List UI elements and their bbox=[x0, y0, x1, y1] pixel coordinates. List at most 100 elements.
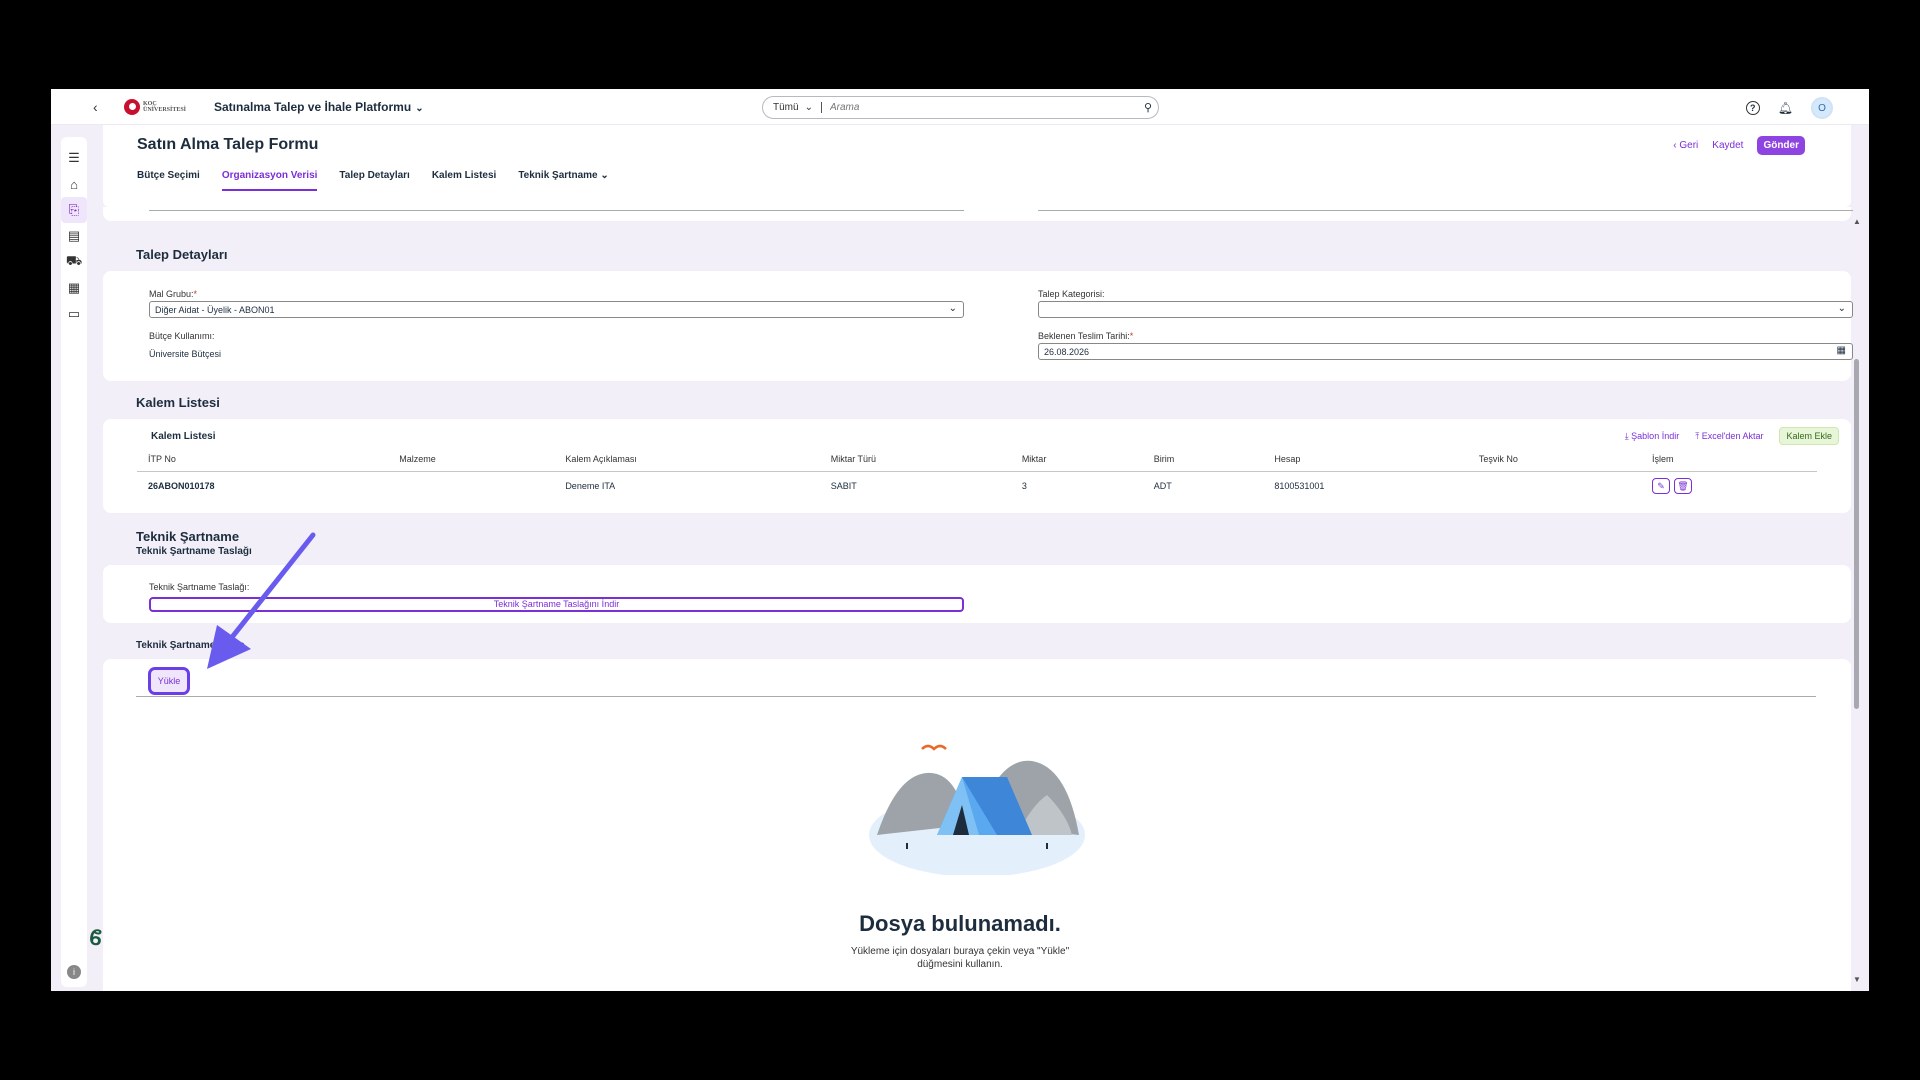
table-row[interactable]: 26ABON010178 Deneme ITA SABIT 3 ADT 8100… bbox=[137, 471, 1817, 501]
cell-hesap: 8100531001 bbox=[1274, 481, 1325, 492]
partial-field-left bbox=[149, 207, 964, 211]
folder-icon[interactable]: ▭ bbox=[61, 301, 87, 327]
menu-icon[interactable]: ☰ bbox=[61, 145, 87, 171]
talep-kategorisi-select[interactable]: ⌄ bbox=[1038, 301, 1853, 318]
chevron-down-icon: ⌄ bbox=[948, 303, 957, 314]
cell-miktar-turu: SABIT bbox=[830, 481, 857, 492]
request-icon[interactable]: ⎘ bbox=[61, 197, 87, 223]
empty-state-title: Dosya bulunamadı. bbox=[859, 911, 1061, 936]
kalem-listesi-title: Kalem Listesi bbox=[136, 395, 220, 410]
teslim-tarihi-label-text: Beklenen Teslim Tarihi: bbox=[1038, 331, 1130, 341]
app-title: Satınalma Talep ve İhale Platformu bbox=[214, 100, 412, 114]
table-header-row: İTP No Malzeme Kalem Açıklaması Miktar T… bbox=[137, 447, 1817, 472]
sablon-indir-button[interactable]: ⤓ Şablon İndir bbox=[1625, 431, 1680, 442]
send-button[interactable]: Gönder bbox=[1757, 136, 1805, 155]
avatar[interactable]: O bbox=[1811, 97, 1833, 119]
column-header: Kalem Açıklaması bbox=[554, 447, 820, 472]
search-bar: Tümü ⌄ ⚲ bbox=[762, 96, 1159, 119]
tab-butce-secimi[interactable]: Bütçe Seçimi bbox=[137, 170, 200, 191]
kalem-listesi-card: Kalem Listesi ⤓ Şablon İndir ⤒ Excel'den… bbox=[103, 419, 1851, 513]
talep-kategorisi-label: Talep Kategorisi: bbox=[1038, 289, 1105, 299]
empty-state-tent-illustration bbox=[869, 744, 1085, 875]
bell-icon[interactable]: 🔔︎ bbox=[1778, 101, 1793, 115]
chevron-down-icon: ⌄ bbox=[1837, 303, 1846, 314]
butce-kullanimi-value: Üniversite Bütçesi bbox=[149, 349, 222, 359]
empty-state-line2: düğmesini kullanın. bbox=[917, 959, 1003, 970]
delete-icon[interactable]: 🗑︎ bbox=[1673, 478, 1692, 495]
kalem-table-title: Kalem Listesi bbox=[151, 431, 216, 442]
home-icon[interactable]: ⌂ bbox=[61, 171, 87, 197]
search-separator bbox=[821, 102, 822, 113]
organization-card-partial bbox=[103, 207, 1853, 221]
row-actions: ✎ 🗑︎ bbox=[1651, 478, 1806, 495]
cell-malzeme bbox=[388, 471, 554, 501]
partial-field-right bbox=[1038, 207, 1853, 211]
cell-tesvik bbox=[1468, 471, 1641, 501]
teslim-tarihi-value: 26.08.2026 bbox=[1044, 347, 1090, 357]
edit-icon[interactable]: ✎ bbox=[1651, 478, 1670, 495]
mal-grubu-label: Mal Grubu:* bbox=[149, 289, 197, 299]
mal-grubu-value: Diğer Aidat - Üyelik - ABON01 bbox=[155, 305, 275, 315]
tab-kalem-listesi[interactable]: Kalem Listesi bbox=[432, 170, 496, 191]
search-icon[interactable]: ⚲ bbox=[1138, 101, 1158, 114]
tab-organizasyon-verisi[interactable]: Organizasyon Verisi bbox=[221, 170, 318, 191]
column-header: Birim bbox=[1142, 447, 1264, 472]
chevron-down-icon: ⌄ bbox=[600, 170, 609, 181]
scroll-down-icon[interactable]: ▼ bbox=[1853, 975, 1861, 984]
required-marker: * bbox=[193, 289, 198, 299]
back-icon[interactable]: ‹ bbox=[93, 99, 98, 115]
kalem-table: İTP No Malzeme Kalem Açıklaması Miktar T… bbox=[137, 447, 1817, 501]
side-navigation: ☰ ⌂ ⎘ ▤ ⛟ ▦ ▭ i bbox=[61, 137, 87, 987]
documents-icon[interactable]: ▦ bbox=[61, 275, 87, 301]
column-header: İTP No bbox=[137, 447, 389, 472]
empty-state-description: Yükleme için dosyaları buraya çekin veya… bbox=[51, 945, 1869, 971]
excel-aktar-button[interactable]: ⤒ Excel'den Aktar bbox=[1695, 431, 1763, 442]
chevron-down-icon: ⌄ bbox=[415, 103, 424, 114]
teslim-tarihi-label: Beklenen Teslim Tarihi:* bbox=[1038, 331, 1133, 341]
teslim-tarihi-datepicker[interactable]: 26.08.2026 ▦ bbox=[1038, 343, 1853, 360]
search-scope-select[interactable]: Tümü ⌄ bbox=[763, 102, 821, 113]
scrollbar-thumb[interactable] bbox=[1854, 359, 1859, 709]
search-input[interactable] bbox=[830, 102, 1138, 113]
column-header: İşlem bbox=[1640, 447, 1817, 472]
back-label: Geri bbox=[1679, 140, 1699, 151]
required-marker: * bbox=[1129, 331, 1134, 341]
column-header: Malzeme bbox=[388, 447, 555, 472]
save-button[interactable]: Kaydet bbox=[1712, 140, 1743, 151]
chevron-down-icon: ⌄ bbox=[804, 102, 813, 113]
column-header: Hesap bbox=[1263, 447, 1468, 472]
logo-mark bbox=[124, 99, 140, 115]
cell-islem: ✎ 🗑︎ bbox=[1641, 471, 1817, 501]
back-button[interactable]: ‹ Geri bbox=[1673, 140, 1698, 151]
cart-icon[interactable]: ⛟ bbox=[61, 249, 87, 275]
cell-itp-no: 26ABON010178 bbox=[148, 481, 215, 492]
scroll-up-icon[interactable]: ▲ bbox=[1853, 217, 1861, 226]
clipboard-icon[interactable]: ▤ bbox=[61, 223, 87, 249]
upload-divider bbox=[136, 696, 1816, 697]
excel-aktar-label: Excel'den Aktar bbox=[1701, 430, 1764, 441]
cell-miktar: 3 bbox=[1021, 481, 1027, 492]
mal-grubu-select[interactable]: Diğer Aidat - Üyelik - ABON01 ⌄ bbox=[149, 301, 964, 318]
empty-state-line1: Yükleme için dosyaları buraya çekin veya… bbox=[850, 946, 1070, 957]
tab-teknik-sartname[interactable]: Teknik Şartname ⌄ bbox=[518, 170, 608, 191]
page-scrollbar[interactable] bbox=[1852, 229, 1860, 991]
page-title: Satın Alma Talep Formu bbox=[137, 136, 319, 153]
butce-kullanimi-label: Bütçe Kullanımı: bbox=[149, 331, 215, 341]
column-header: Miktar Türü bbox=[819, 447, 1011, 472]
app-title-menu[interactable]: Satınalma Talep ve İhale Platformu ⌄ bbox=[214, 100, 424, 114]
calendar-icon[interactable]: ▦ bbox=[1837, 345, 1846, 356]
university-logo[interactable]: KOÇ ÜNİVERSİTESİ bbox=[124, 99, 187, 115]
cell-aciklama: Deneme ITA bbox=[565, 481, 616, 492]
help-icon[interactable]: ? bbox=[1745, 101, 1760, 115]
column-header: Miktar bbox=[1010, 447, 1143, 472]
tab-talep-detaylari[interactable]: Talep Detayları bbox=[339, 170, 409, 191]
search-scope-label: Tümü bbox=[773, 102, 799, 113]
logo-text: KOÇ ÜNİVERSİTESİ bbox=[143, 101, 187, 113]
upload-button[interactable]: Yükle bbox=[148, 667, 190, 695]
kalem-ekle-button[interactable]: Kalem Ekle bbox=[1779, 427, 1839, 445]
talep-detaylari-title: Talep Detayları bbox=[136, 247, 228, 262]
mal-grubu-label-text: Mal Grubu: bbox=[149, 289, 194, 299]
app-window: ‹ KOÇ ÜNİVERSİTESİ Satınalma Talep ve İh… bbox=[51, 89, 1869, 991]
column-header: Teşvik No bbox=[1467, 447, 1641, 472]
annotation-arrow bbox=[207, 532, 316, 669]
